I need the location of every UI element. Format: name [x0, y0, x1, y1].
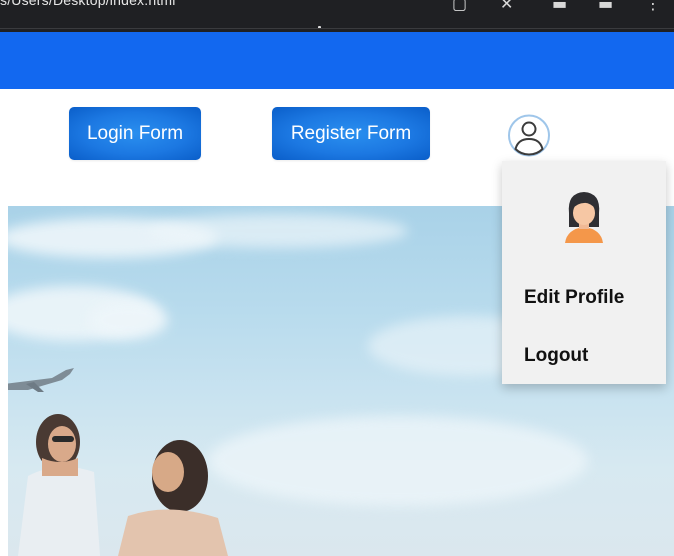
- airplane-icon: [8, 368, 74, 392]
- logout-menu-item[interactable]: Logout: [524, 345, 588, 367]
- edit-profile-menu-item[interactable]: Edit Profile: [524, 287, 624, 309]
- nav-bar: [0, 32, 674, 89]
- female-avatar-icon: [561, 187, 607, 243]
- window-restore-icon[interactable]: ▢: [452, 0, 467, 13]
- extension-icon[interactable]: ▬: [552, 0, 567, 13]
- profile-browser-icon[interactable]: ▬: [598, 0, 613, 13]
- register-form-button[interactable]: Register Form: [272, 107, 430, 160]
- toolbar-divider: [0, 28, 674, 29]
- browser-toolbar: s/Users/Desktop/index.html ▢ ✕ ▬ ▬ ⋮: [0, 0, 674, 32]
- cloud-shape: [208, 416, 588, 506]
- cloud-shape: [148, 214, 408, 248]
- people-illustration: [18, 414, 228, 556]
- cloud-shape: [88, 301, 168, 339]
- login-form-button[interactable]: Login Form: [69, 107, 201, 160]
- close-icon[interactable]: ✕: [500, 0, 513, 13]
- profile-dropdown: Edit Profile Logout: [502, 161, 666, 384]
- user-circle-icon[interactable]: [501, 109, 557, 162]
- more-menu-icon[interactable]: ⋮: [645, 0, 661, 13]
- address-bar-url[interactable]: s/Users/Desktop/index.html: [0, 0, 176, 8]
